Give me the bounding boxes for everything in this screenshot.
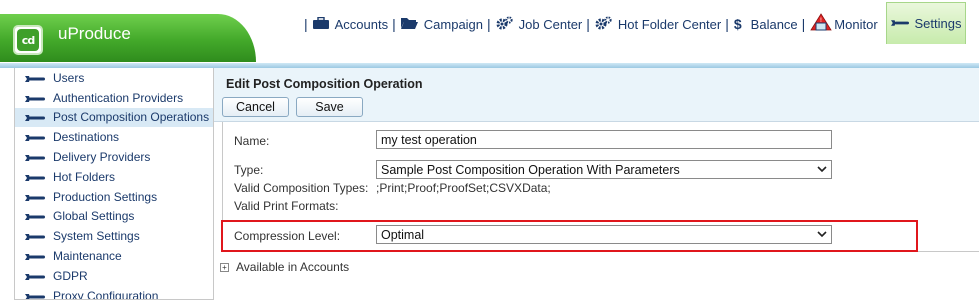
- type-select-value: Sample Post Composition Operation With P…: [381, 162, 680, 177]
- logo-mark: cd: [17, 29, 39, 51]
- nav-job-center-label: Job Center: [518, 16, 583, 32]
- briefcase-icon: [312, 16, 329, 32]
- sidebar-item-label: Users: [53, 70, 85, 85]
- sidebar-item-label: Delivery Providers: [53, 150, 151, 165]
- sidebar-item-label: Destinations: [53, 130, 120, 145]
- nav-separator: |: [487, 16, 491, 32]
- name-field[interactable]: my test operation: [376, 130, 832, 149]
- sidebar-item-global-settings[interactable]: Global Settings: [15, 207, 213, 227]
- wrench-icon: [25, 291, 45, 299]
- wrench-icon: [25, 271, 45, 281]
- svg-text:!: !: [820, 17, 822, 24]
- expand-plus-icon[interactable]: +: [220, 262, 229, 272]
- nav-hot-folder-center[interactable]: Hot Folder Center: [595, 12, 721, 36]
- app-logo: cd: [13, 25, 43, 55]
- sidebar-item-label: Production Settings: [53, 189, 158, 204]
- app-name: uProduce: [58, 24, 131, 43]
- nav-balance-label: Balance: [750, 16, 798, 32]
- dollar-icon: $: [733, 16, 742, 32]
- sidebar-item-gdpr[interactable]: GDPR: [15, 266, 213, 286]
- nav-monitor[interactable]: ! Monitor: [810, 12, 878, 36]
- type-select[interactable]: Sample Post Composition Operation With P…: [376, 160, 832, 179]
- available-in-accounts[interactable]: + Available in Accounts: [220, 260, 349, 274]
- wrench-icon: [25, 112, 45, 122]
- nav-separator: |: [725, 16, 729, 32]
- wrench-icon: [25, 251, 45, 261]
- nav-job-center[interactable]: Job Center: [496, 12, 583, 36]
- sidebar-item-label: Proxy Configuration: [53, 288, 159, 300]
- save-button[interactable]: Save: [296, 97, 363, 117]
- chevron-down-icon: [817, 165, 827, 175]
- sidebar-item-label: System Settings: [53, 229, 140, 244]
- nav-separator: |: [392, 16, 396, 32]
- wrench-icon: [25, 132, 45, 142]
- wrench-icon: [25, 152, 45, 162]
- available-in-accounts-label: Available in Accounts: [236, 260, 350, 274]
- sidebar-item-users[interactable]: Users: [15, 68, 213, 88]
- main-content: Edit Post Composition Operation Cancel S…: [214, 68, 979, 300]
- nav-accounts-label: Accounts: [334, 16, 389, 32]
- sidebar-item-proxy-configuration[interactable]: Proxy Configuration: [15, 286, 213, 300]
- nav-separator: |: [586, 16, 590, 32]
- sidebar-item-delivery-providers[interactable]: Delivery Providers: [15, 147, 213, 167]
- settings-sidebar: Users Authentication Providers Post Compos…: [14, 68, 214, 300]
- valid-composition-value: ;Print;Proof;ProofSet;CSVXData;: [376, 181, 551, 195]
- valid-composition-label: Valid Composition Types:: [234, 181, 369, 195]
- compression-highlight: [221, 220, 918, 252]
- monitor-icon: !: [810, 12, 833, 36]
- app-header: cd uProduce | Accounts | Campaign | Job …: [0, 0, 979, 68]
- sidebar-item-hot-folders[interactable]: Hot Folders: [15, 167, 213, 187]
- sidebar-item-label: Authentication Providers: [53, 90, 184, 105]
- tab-settings-label: Settings: [914, 16, 962, 31]
- wrench-icon: [25, 93, 45, 103]
- wrench-icon: [25, 73, 45, 83]
- nav-campaign[interactable]: Campaign: [400, 12, 484, 36]
- sidebar-item-destinations[interactable]: Destinations: [15, 127, 213, 147]
- sidebar-item-production-settings[interactable]: Production Settings: [15, 187, 213, 207]
- nav-separator: |: [304, 16, 308, 32]
- valid-print-label: Valid Print Formats:: [234, 199, 339, 213]
- sidebar-item-post-composition-operations[interactable]: Post Composition Operations: [15, 107, 213, 128]
- nav-hot-folder-center-label: Hot Folder Center: [617, 16, 722, 32]
- wrench-icon: [25, 192, 45, 202]
- tab-settings[interactable]: Settings: [886, 2, 966, 44]
- sidebar-item-label: Maintenance: [53, 249, 122, 264]
- sidebar-item-authentication-providers[interactable]: Authentication Providers: [15, 88, 213, 108]
- sidebar-item-maintenance[interactable]: Maintenance: [15, 246, 213, 266]
- gears-icon: [595, 15, 612, 33]
- sidebar-item-label: Global Settings: [53, 209, 135, 224]
- sidebar-item-label: GDPR: [53, 268, 88, 283]
- sidebar-item-label: Post Composition Operations: [53, 110, 210, 125]
- nav-separator: |: [801, 16, 806, 32]
- sidebar-item-system-settings[interactable]: System Settings: [15, 226, 213, 246]
- wrench-icon: [890, 16, 909, 31]
- gears-icon: [496, 15, 513, 33]
- sidebar-item-label: Hot Folders: [53, 169, 116, 184]
- top-nav: | Accounts | Campaign | Job Center | Hot…: [300, 12, 878, 36]
- page-title: Edit Post Composition Operation: [226, 77, 423, 91]
- nav-accounts[interactable]: Accounts: [312, 12, 389, 36]
- nav-campaign-label: Campaign: [423, 16, 484, 32]
- wrench-icon: [25, 211, 45, 221]
- type-label: Type:: [234, 163, 264, 177]
- nav-balance[interactable]: $ Balance: [734, 12, 798, 36]
- nav-monitor-label: Monitor: [834, 16, 878, 32]
- content-header: Edit Post Composition Operation Cancel S…: [214, 68, 979, 122]
- wrench-icon: [25, 231, 45, 241]
- name-label: Name:: [234, 134, 270, 148]
- name-field-value: my test operation: [381, 132, 477, 147]
- cancel-button[interactable]: Cancel: [222, 97, 289, 117]
- folder-open-icon: [400, 17, 418, 32]
- wrench-icon: [25, 172, 45, 182]
